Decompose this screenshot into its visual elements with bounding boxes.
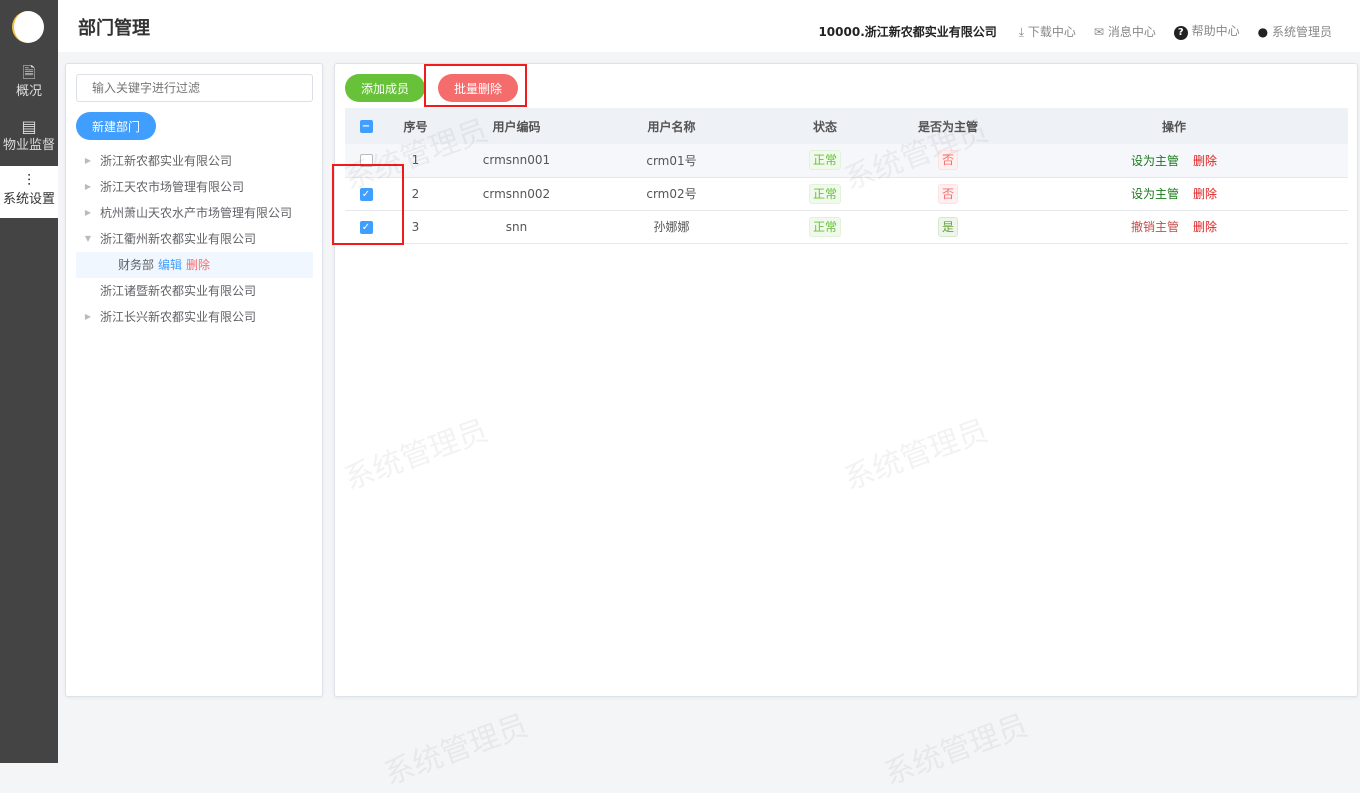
highlight-box <box>332 164 404 245</box>
toggle-manager-link[interactable]: 撤销主管 <box>1131 220 1179 234</box>
table-row: 1 crmsnn001 crm01号 正常 否 设为主管 删除 <box>345 144 1348 178</box>
logo <box>12 11 44 43</box>
caret-down-icon[interactable]: ▼ <box>76 226 100 252</box>
manager-badge: 否 <box>937 183 958 204</box>
mail-icon: ✉ <box>1093 24 1104 39</box>
member-panel: 添加成员 批量删除 − 序号 用户编码 用户名称 状态 是否为主管 操作 1 c… <box>334 63 1358 697</box>
tree-node[interactable]: ▶ 杭州萧山天农水产市场管理有限公司 <box>76 200 313 226</box>
delete-link[interactable]: 删除 <box>1193 220 1217 234</box>
member-table: − 序号 用户编码 用户名称 状态 是否为主管 操作 1 crmsnn001 c… <box>345 108 1348 244</box>
caret-right-icon[interactable]: ▶ <box>76 174 100 200</box>
tree-node[interactable]: 浙江诸暨新农都实业有限公司 <box>76 278 313 304</box>
org-name: 10000.浙江新农都实业有限公司 <box>818 24 997 39</box>
sliders-icon: ⫶ <box>26 171 31 190</box>
tree-node-child[interactable]: 财务部 编辑 删除 <box>76 252 313 278</box>
help-center[interactable]: ? 帮助中心 <box>1173 22 1240 40</box>
user-name: crm01号 <box>589 144 754 178</box>
status-badge: 正常 <box>808 150 841 171</box>
user-code: crmsnn001 <box>444 144 589 178</box>
sidebar: 🗎 概况 ▤ 物业监督 ⫶ 系统设置 <box>0 0 58 763</box>
user-code: crmsnn002 <box>444 177 589 211</box>
user-name: 孙娜娜 <box>589 210 754 244</box>
highlight-box <box>424 64 527 107</box>
tree-node[interactable]: ▶ 浙江新农都实业有限公司 <box>76 148 313 174</box>
caret-right-icon[interactable]: ▶ <box>76 200 100 226</box>
user-icon: ● <box>1257 24 1269 39</box>
toggle-manager-link[interactable]: 设为主管 <box>1131 187 1179 201</box>
table-row: ✓ 2 crmsnn002 crm02号 正常 否 设为主管 删除 <box>345 177 1348 211</box>
manager-badge: 是 <box>937 216 958 237</box>
caret-right-icon[interactable]: ▶ <box>76 304 100 330</box>
document-icon: 🗎 <box>22 63 36 82</box>
table-row: ✓ 3 snn 孙娜娜 正常 是 撤销主管 删除 <box>345 210 1348 244</box>
user-name: crm02号 <box>589 177 754 211</box>
status-badge: 正常 <box>808 183 841 204</box>
toggle-manager-link[interactable]: 设为主管 <box>1131 154 1179 168</box>
delete-link[interactable]: 删除 <box>186 252 210 278</box>
dept-tree-panel: 新建部门 ▶浙江新农都实业有限公司 ▶浙江天农市场管理有限公司 ▶杭州萧山天农水… <box>65 63 323 697</box>
new-dept-button[interactable]: 新建部门 <box>76 112 156 140</box>
page-title: 部门管理 <box>78 18 150 39</box>
tree-node[interactable]: ▼ 浙江衢州新农都实业有限公司 <box>76 226 313 252</box>
download-icon: ⤓ <box>1018 24 1025 39</box>
list-icon: ▤ <box>21 117 37 136</box>
message-center[interactable]: ✉ 消息中心 <box>1094 23 1156 40</box>
tree-node[interactable]: ▶ 浙江长兴新农都实业有限公司 <box>76 304 313 330</box>
user-code: snn <box>444 210 589 244</box>
sidebar-item-settings[interactable]: ⫶ 系统设置 <box>0 166 58 218</box>
delete-link[interactable]: 删除 <box>1193 154 1217 168</box>
manager-badge: 否 <box>937 150 958 171</box>
help-icon: ? <box>1173 26 1188 40</box>
download-center[interactable]: ⤓ 下载中心 <box>1019 23 1076 40</box>
sidebar-item-property[interactable]: ▤ 物业监督 <box>0 112 58 164</box>
edit-link[interactable]: 编辑 <box>158 252 182 278</box>
tree-node[interactable]: ▶ 浙江天农市场管理有限公司 <box>76 174 313 200</box>
filter-input[interactable] <box>76 74 313 102</box>
select-all-checkbox[interactable]: − <box>359 120 373 133</box>
add-member-button[interactable]: 添加成员 <box>345 74 425 102</box>
user-menu[interactable]: ● 系统管理员 <box>1258 23 1332 40</box>
caret-right-icon[interactable]: ▶ <box>76 148 100 174</box>
status-badge: 正常 <box>808 216 841 237</box>
dept-tree: ▶ 浙江新农都实业有限公司 ▶ 浙江天农市场管理有限公司 ▶ 杭州萧山天农水产市场管理… <box>76 148 313 330</box>
sidebar-item-overview[interactable]: 🗎 概况 <box>0 58 58 110</box>
header: 部门管理 10000.浙江新农都实业有限公司 ⤓ 下载中心 ✉ 消息中心 ? 帮… <box>58 0 1360 52</box>
delete-link[interactable]: 删除 <box>1193 187 1217 201</box>
